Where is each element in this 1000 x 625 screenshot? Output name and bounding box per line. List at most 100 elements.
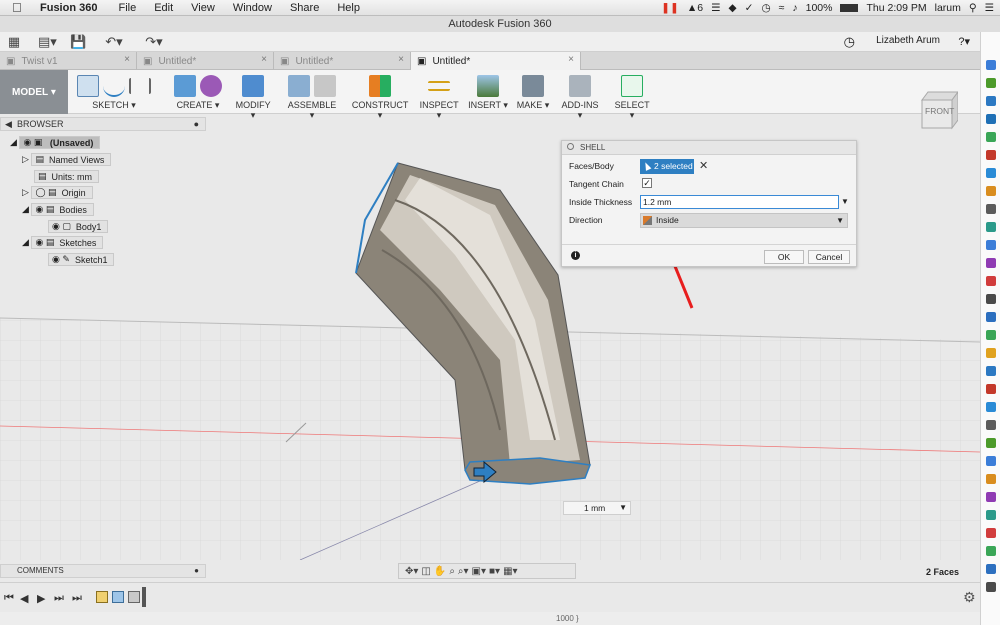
scripts-icon[interactable]	[569, 75, 591, 97]
dock-app-icon[interactable]	[986, 384, 996, 394]
tree-item-units[interactable]: ▤ Units: mm	[34, 170, 100, 183]
undo-icon[interactable]: ↶▾	[102, 34, 126, 49]
extrude-icon[interactable]	[174, 75, 196, 97]
dock-app-icon[interactable]	[986, 402, 996, 412]
tree-item-named-views[interactable]: ▷ ▤ Named Views	[22, 153, 112, 166]
timeline-sketch-feature-icon[interactable]	[96, 591, 108, 603]
close-icon[interactable]: ×	[568, 54, 574, 65]
dropbox-icon[interactable]: ◆	[729, 2, 737, 14]
close-icon[interactable]: ×	[124, 54, 130, 65]
make-group[interactable]: MAKE ▾	[516, 72, 550, 112]
zoom-icon[interactable]: ⌕	[449, 566, 455, 577]
dock-app-icon[interactable]	[986, 564, 996, 574]
redo-icon[interactable]: ↷▾	[142, 34, 166, 49]
volume-icon[interactable]: ♪	[792, 2, 797, 14]
chevron-down-icon[interactable]: ▼	[841, 197, 849, 206]
tree-item-sketch1[interactable]: ◉ ✎ Sketch1	[48, 253, 115, 266]
tree-item-sketches[interactable]: ◢ ◉ ▤ Sketches	[22, 236, 104, 249]
select-group[interactable]: SELECT ▾	[612, 72, 652, 120]
tree-item-origin[interactable]: ▷ ◯ ▤ Origin	[22, 186, 93, 199]
file-menu-icon[interactable]: ▤▾	[38, 34, 57, 49]
bulb-icon[interactable]: ◉	[52, 221, 60, 232]
menubar-user[interactable]: larum	[935, 2, 961, 14]
go-to-end-icon[interactable]: ⏭	[72, 592, 82, 605]
dock-app-icon[interactable]	[986, 204, 996, 214]
datetime[interactable]: Thu 2:09 PM	[866, 2, 926, 14]
menu-edit[interactable]: Edit	[154, 2, 173, 14]
comments-panel-header[interactable]: COMMENTS ●	[0, 564, 206, 578]
chevron-down-icon[interactable]: ▼	[619, 502, 627, 514]
help-icon[interactable]: ?▾	[958, 35, 970, 48]
spotlight-icon[interactable]: ⚲	[969, 2, 977, 14]
sketch-group[interactable]: SKETCH ▾	[74, 72, 154, 112]
step-forward-icon[interactable]: ⏭	[54, 592, 64, 605]
expand-icon[interactable]: ▷	[22, 154, 29, 165]
bulb-icon[interactable]: ◉	[23, 137, 31, 148]
menu-view[interactable]: View	[191, 2, 215, 14]
modify-group[interactable]: MODIFY ▾	[233, 72, 273, 120]
menu-file[interactable]: File	[118, 2, 136, 14]
dock-app-icon[interactable]	[986, 168, 996, 178]
ok-button[interactable]: OK	[764, 250, 804, 264]
dock-app-icon[interactable]	[986, 312, 996, 322]
dock-app-icon[interactable]	[986, 546, 996, 556]
tab-untitled-2[interactable]: ▣ Untitled* ×	[274, 52, 411, 70]
dock-app-icon[interactable]	[986, 150, 996, 160]
close-icon[interactable]: ×	[261, 54, 267, 65]
dock-app-icon[interactable]	[986, 366, 996, 376]
bulb-icon[interactable]: ◉	[35, 204, 43, 215]
job-status-clock-icon[interactable]: ◷	[844, 34, 855, 50]
dock-app-icon[interactable]	[986, 348, 996, 358]
menu-share[interactable]: Share	[290, 2, 319, 14]
close-icon[interactable]: ×	[398, 54, 404, 65]
dock-app-icon[interactable]	[986, 258, 996, 268]
dock-app-icon[interactable]	[986, 294, 996, 304]
step-back-icon[interactable]: ◀	[20, 592, 28, 605]
shell-dialog-header[interactable]: SHELL	[562, 141, 856, 155]
visual-style-icon[interactable]: ■▾	[489, 566, 500, 577]
insert-group[interactable]: INSERT ▾	[468, 72, 508, 112]
faces-selection-button[interactable]: 2 selected	[640, 159, 694, 174]
3d-print-icon[interactable]	[522, 75, 544, 97]
bulb-icon[interactable]: ◉	[35, 237, 43, 248]
wifi-icon[interactable]: ≈	[779, 2, 785, 14]
grid-settings-icon[interactable]: ▦▾	[503, 566, 517, 577]
expand-icon[interactable]: ◢	[22, 204, 29, 215]
tab-untitled-active[interactable]: ▣ Untitled* ×	[411, 52, 581, 70]
dock-app-icon[interactable]	[986, 240, 996, 250]
display-settings-icon[interactable]: ▣▾	[472, 566, 486, 577]
timeline-settings-gear-icon[interactable]: ⚙	[963, 589, 976, 606]
direction-select[interactable]: Inside ▼	[640, 213, 848, 228]
workspace-switcher[interactable]: MODEL ▾	[0, 70, 68, 114]
tree-item-bodies[interactable]: ◢ ◉ ▤ Bodies	[22, 203, 94, 216]
dock-app-icon[interactable]	[986, 78, 996, 88]
expand-icon[interactable]: ◢	[10, 137, 17, 148]
create-sketch-icon[interactable]	[77, 75, 99, 97]
dock-app-icon[interactable]	[986, 132, 996, 142]
press-pull-icon[interactable]	[242, 75, 264, 97]
bulb-icon[interactable]: ◯	[35, 187, 45, 198]
dock-app-icon[interactable]	[986, 474, 996, 484]
joint-icon[interactable]	[314, 75, 336, 97]
data-panel-grid-icon[interactable]: ▦	[6, 34, 22, 49]
tab-untitled-1[interactable]: ▣ Untitled* ×	[137, 52, 274, 70]
offset-plane-icon[interactable]	[369, 75, 391, 97]
browser-panel-header[interactable]: ◀ BROWSER ●	[0, 117, 206, 131]
create-group[interactable]: CREATE ▾	[168, 72, 228, 112]
timeline-shell-feature-icon[interactable]	[128, 591, 140, 603]
dock-app-icon[interactable]	[986, 438, 996, 448]
dock-app-icon[interactable]	[986, 582, 996, 592]
collapse-icon[interactable]	[567, 143, 574, 150]
dock-app-icon[interactable]	[986, 510, 996, 520]
info-icon[interactable]: i	[571, 251, 580, 260]
dock-app-icon[interactable]	[986, 60, 996, 70]
tree-item-body1[interactable]: ◉ ▢ Body1	[48, 220, 109, 233]
notification-center-icon[interactable]: ☰	[985, 2, 994, 14]
pan-icon[interactable]: ✋	[434, 566, 446, 577]
user-account-menu[interactable]: Lizabeth Arum	[876, 35, 940, 46]
dimension-icon[interactable]	[129, 78, 151, 94]
go-to-start-icon[interactable]: ⏮	[4, 592, 14, 605]
menu-help[interactable]: Help	[337, 2, 360, 14]
select-arrow-icon[interactable]	[621, 75, 643, 97]
look-at-icon[interactable]: ◫	[421, 566, 430, 577]
